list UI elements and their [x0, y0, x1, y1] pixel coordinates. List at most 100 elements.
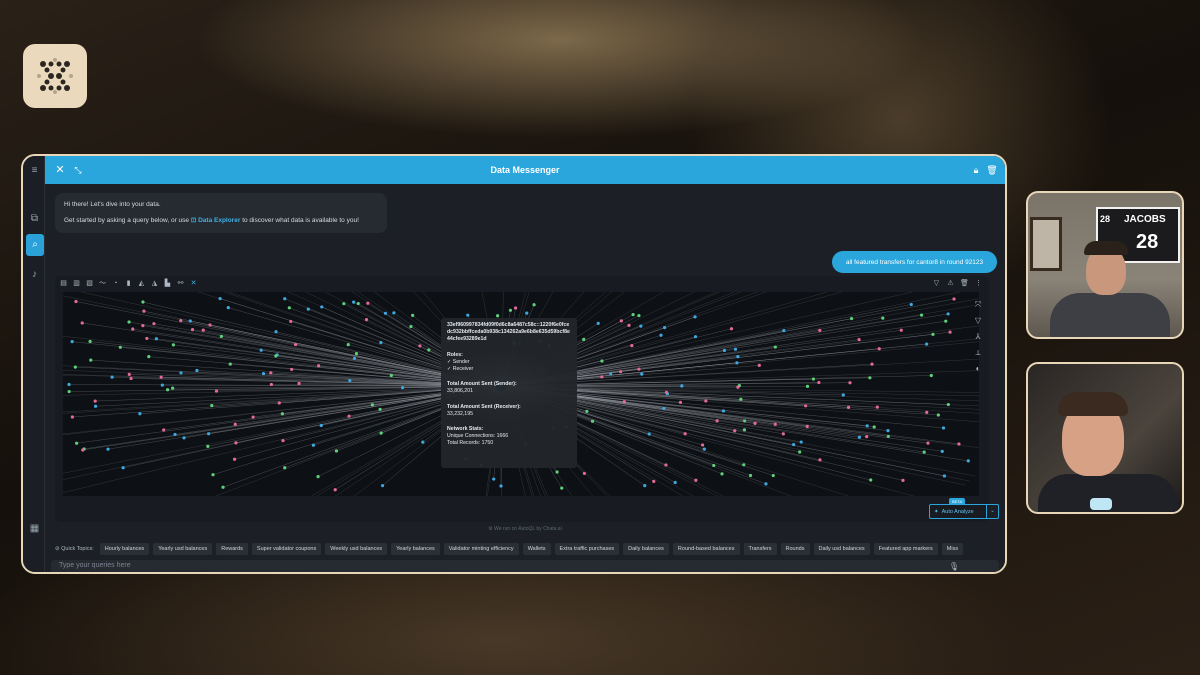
graph-node[interactable] — [421, 440, 425, 444]
graph-node[interactable] — [508, 308, 513, 312]
graph-node[interactable] — [208, 323, 212, 327]
graph-node[interactable] — [618, 370, 623, 374]
graph-node[interactable] — [525, 311, 529, 315]
graph-node[interactable] — [190, 328, 195, 332]
graph-node[interactable] — [280, 412, 284, 416]
export-icon[interactable]: ◐ — [973, 364, 983, 374]
graph-node[interactable] — [389, 373, 393, 378]
graph-node[interactable] — [662, 325, 667, 330]
graph-node[interactable] — [219, 334, 223, 339]
graph-node[interactable] — [81, 448, 85, 452]
grid-icon[interactable]: ▦ — [28, 522, 41, 535]
graph-node[interactable] — [683, 432, 687, 436]
graph-node[interactable] — [127, 372, 131, 376]
graph-node[interactable] — [848, 381, 852, 385]
graph-node[interactable] — [773, 345, 777, 349]
graph-node[interactable] — [857, 338, 861, 342]
graph-node[interactable] — [818, 458, 822, 462]
graph-node[interactable] — [582, 471, 586, 476]
graph-node[interactable] — [940, 449, 944, 453]
graph-node[interactable] — [702, 447, 706, 451]
graph-node[interactable] — [792, 442, 796, 447]
graph-node[interactable] — [160, 383, 164, 387]
graph-node[interactable] — [693, 315, 697, 319]
graph-node[interactable] — [121, 466, 125, 470]
graph-node[interactable] — [704, 399, 708, 403]
quick-topic-chip[interactable]: Miss — [941, 543, 964, 555]
graph-node[interactable] — [297, 381, 301, 386]
graph-node[interactable] — [67, 389, 71, 394]
quick-topic-chip[interactable]: Yearly usd balances — [153, 543, 213, 555]
quick-topic-chip[interactable]: Weekly usd balances — [325, 543, 388, 555]
graph-node[interactable] — [378, 407, 382, 411]
graph-node[interactable] — [919, 313, 924, 317]
graph-node[interactable] — [89, 358, 93, 362]
bell-icon[interactable]: ♪ — [28, 268, 41, 281]
graph-node[interactable] — [673, 480, 677, 485]
graph-node[interactable] — [875, 405, 879, 409]
app-menu-icon[interactable]: ≡ — [28, 164, 41, 177]
graph-node[interactable] — [733, 347, 738, 351]
query-input[interactable]: Type your queries here 🎙︎ — [51, 560, 999, 572]
graph-node[interactable] — [678, 400, 683, 404]
graph-node[interactable] — [333, 488, 337, 492]
graph-node[interactable] — [80, 321, 84, 325]
graph-node[interactable] — [639, 324, 643, 328]
graph-node[interactable] — [596, 321, 600, 325]
graph-node[interactable] — [492, 477, 496, 481]
quick-topic-chip[interactable]: Transfers — [743, 543, 777, 555]
graph-node[interactable] — [138, 412, 142, 416]
graph-node[interactable] — [946, 312, 950, 316]
graph-node[interactable] — [721, 409, 726, 413]
graph-node[interactable] — [736, 385, 740, 389]
stacked-area-icon[interactable]: ◮ — [150, 279, 159, 289]
data-explorer-link-label[interactable]: Data Explorer — [198, 217, 240, 224]
graph-node[interactable] — [306, 307, 310, 311]
warning-icon[interactable]: ⚠ — [946, 279, 955, 289]
quick-topic-chip[interactable]: Rounds — [780, 543, 810, 555]
quick-topic-chip[interactable]: Wallets — [522, 543, 551, 555]
bar-chart-icon[interactable]: ▥ — [72, 279, 81, 289]
collapse-icon[interactable]: ⤡ — [71, 163, 85, 177]
graph-node[interactable] — [652, 479, 656, 483]
graph-node[interactable] — [281, 439, 285, 443]
graph-node[interactable] — [214, 389, 219, 393]
graph-node[interactable] — [640, 372, 644, 376]
graph-node[interactable] — [680, 384, 684, 388]
stacked-bar-icon[interactable]: ▮ — [124, 279, 133, 289]
fit-view-icon[interactable]: ⤧ — [973, 300, 983, 310]
graph-node[interactable] — [347, 414, 351, 418]
graph-node[interactable] — [869, 478, 873, 482]
graph-node[interactable] — [342, 302, 346, 306]
graph-node[interactable] — [221, 485, 225, 489]
table-icon[interactable]: ▤ — [59, 279, 68, 289]
graph-node[interactable] — [283, 297, 287, 301]
graph-node[interactable] — [846, 405, 851, 409]
graph-node[interactable] — [799, 440, 803, 444]
graph-node[interactable] — [259, 348, 263, 352]
graph-node[interactable] — [868, 376, 872, 380]
graph-node[interactable] — [118, 345, 122, 349]
graph-node[interactable] — [379, 340, 383, 345]
graph-node[interactable] — [210, 403, 214, 408]
graph-node[interactable] — [925, 410, 929, 414]
graph-node[interactable] — [234, 441, 238, 445]
graph-node[interactable] — [159, 375, 163, 379]
graph-node[interactable] — [600, 375, 604, 379]
graph-node[interactable] — [352, 300, 356, 304]
graph-node[interactable] — [162, 428, 166, 432]
graph-node[interactable] — [753, 421, 757, 425]
graph-node[interactable] — [67, 382, 71, 387]
graph-node[interactable] — [946, 402, 950, 407]
graph-node[interactable] — [269, 371, 273, 375]
graph-node[interactable] — [877, 347, 881, 351]
layout-icon[interactable]: ⅄ — [973, 332, 983, 342]
graph-node[interactable] — [857, 435, 862, 439]
quick-topic-chip[interactable]: Rewards — [216, 543, 248, 555]
graph-node[interactable] — [366, 301, 370, 305]
graph-node[interactable] — [736, 355, 740, 359]
graph-node[interactable] — [804, 404, 808, 408]
histogram-icon[interactable]: ▙ — [163, 279, 172, 289]
graph-node[interactable] — [936, 413, 940, 417]
auto-analyze-button[interactable]: ✦ Auto Analyze ⌄ — [929, 504, 999, 519]
